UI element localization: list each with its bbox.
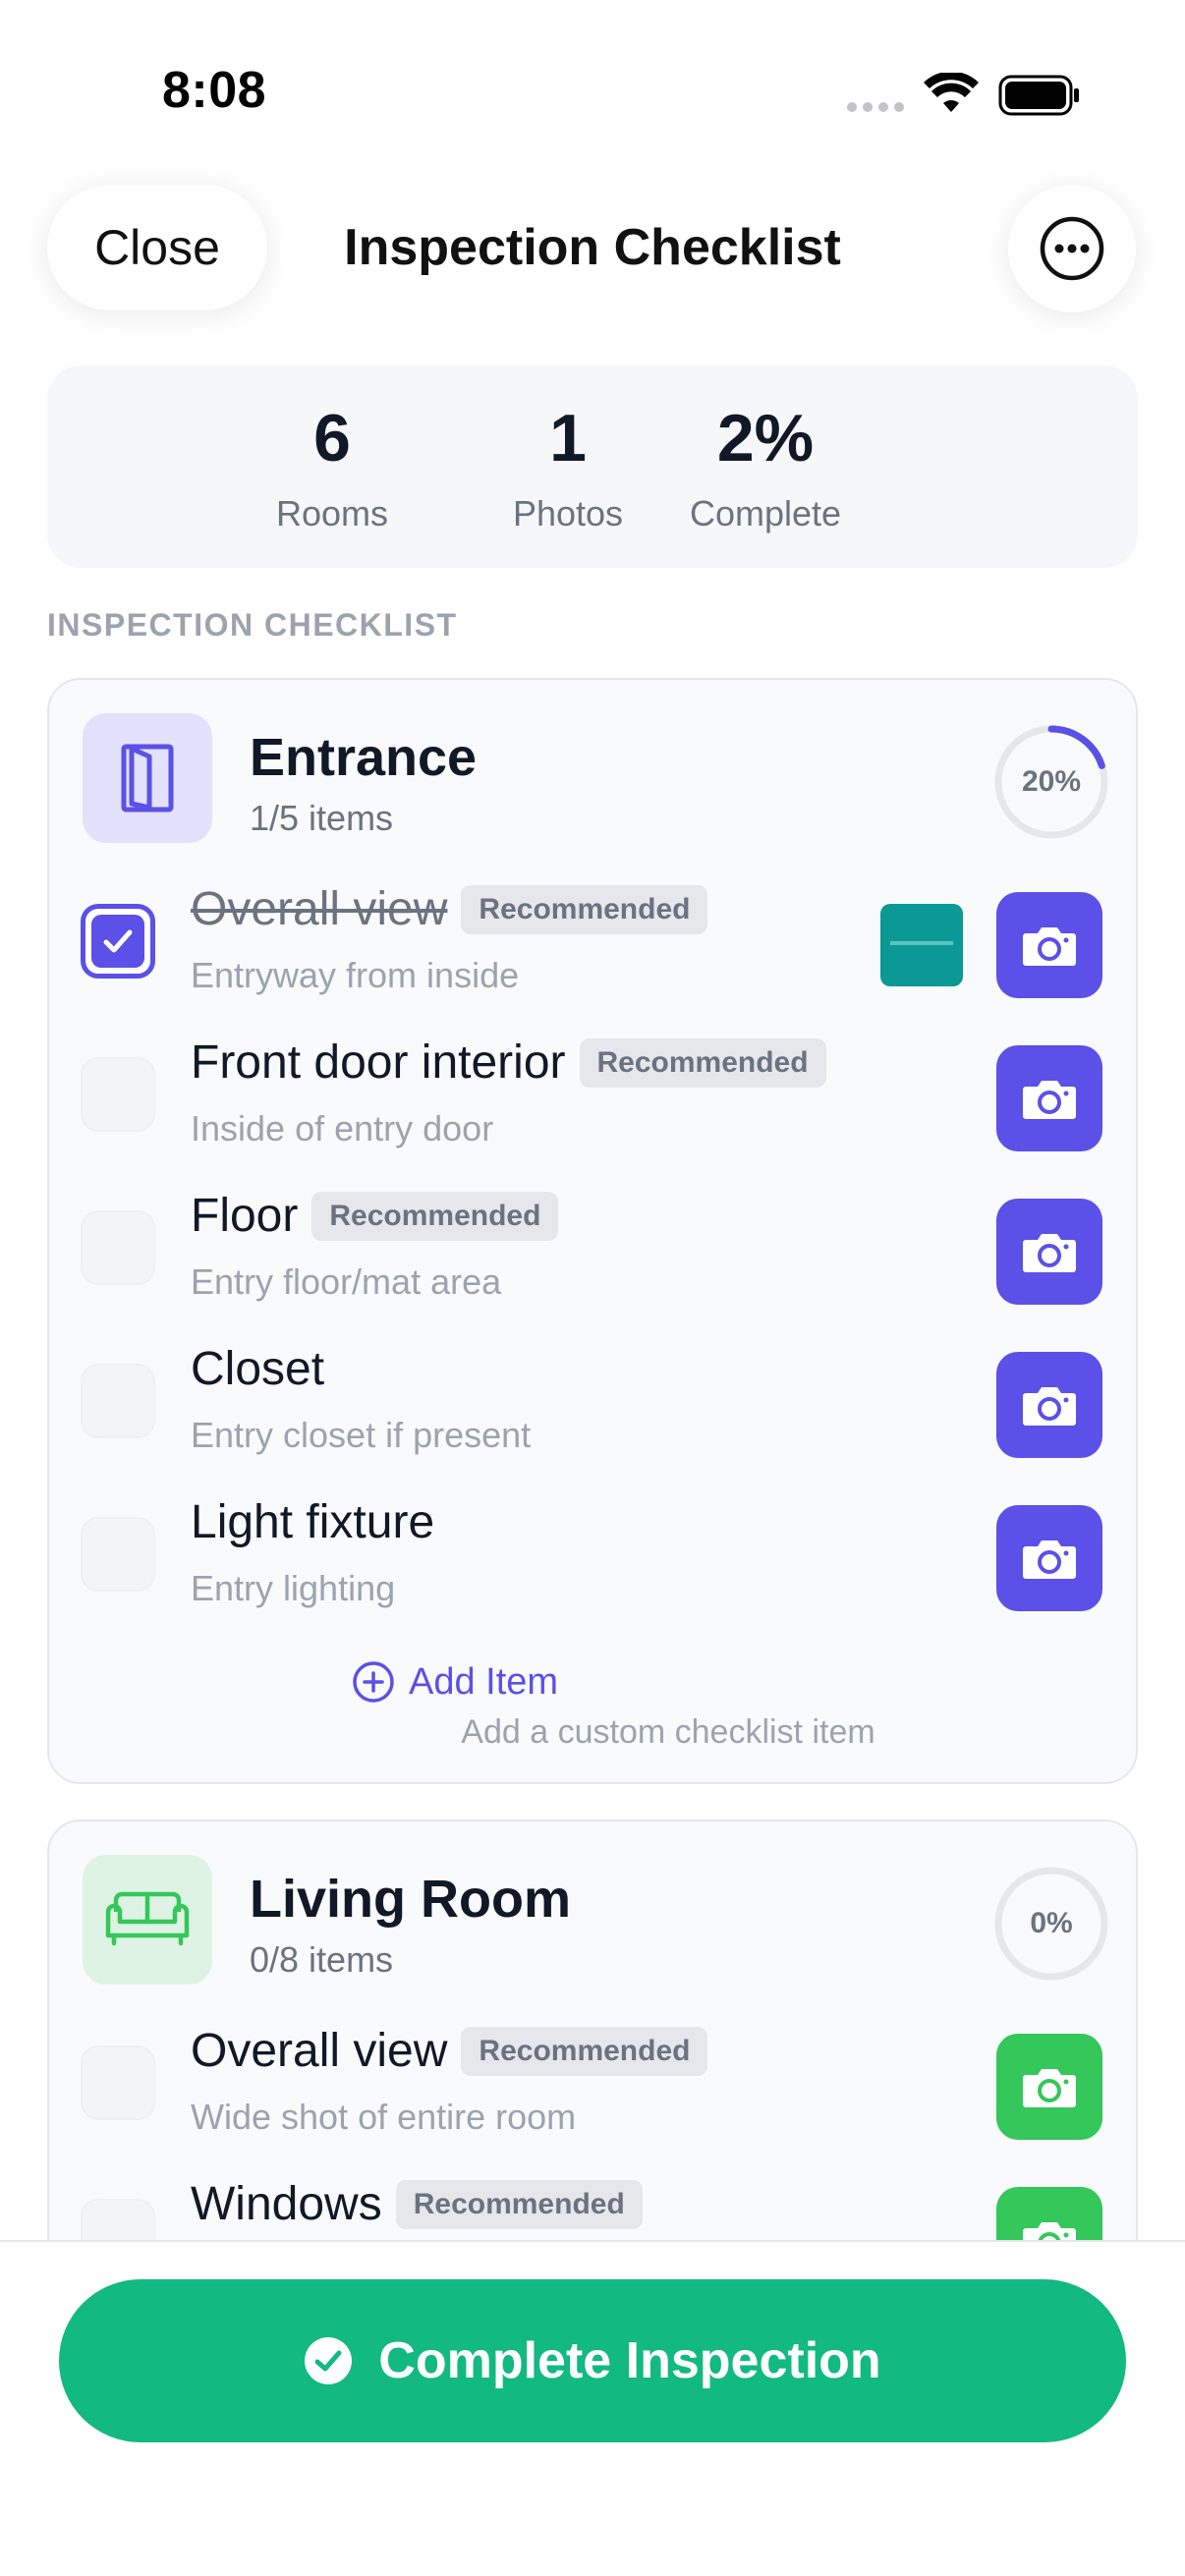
stat-photos: 1 Photos — [489, 405, 647, 534]
header: Close Inspection Checklist — [0, 177, 1185, 324]
recommended-badge: Recommended — [579, 1037, 826, 1088]
bottom-bar: Complete Inspection — [0, 2240, 1185, 2576]
item-checkbox[interactable] — [81, 1210, 155, 1285]
checklist-item[interactable]: Overall view Recommended Wide shot of en… — [49, 2006, 1140, 2159]
room-progress-text: 0% — [1030, 1907, 1073, 1939]
item-checkbox[interactable] — [81, 904, 155, 979]
item-checkbox[interactable] — [81, 1057, 155, 1132]
stat-complete: 2% Complete — [657, 405, 874, 534]
room-item-count: 1/5 items — [250, 798, 394, 838]
room-icon-tile — [83, 713, 212, 843]
room-progress-ring: 20% — [992, 723, 1110, 841]
door-icon — [121, 744, 174, 812]
item-subtitle: Entry floor/mat area — [191, 1261, 502, 1302]
room-icon-tile — [83, 1855, 212, 1985]
camera-icon — [1023, 2069, 1076, 2107]
camera-icon — [1023, 1234, 1076, 1272]
battery-icon — [998, 75, 1079, 116]
item-checkbox[interactable] — [81, 2045, 155, 2120]
recommended-badge: Recommended — [395, 2179, 643, 2229]
stat-value: 2% — [716, 401, 815, 476]
add-item-label: Add Item — [409, 1660, 559, 1703]
stat-value: 6 — [313, 401, 351, 476]
complete-inspection-button[interactable]: Complete Inspection — [59, 2279, 1126, 2442]
item-title: Front door interior — [191, 1036, 566, 1089]
recommended-badge: Recommended — [461, 884, 708, 934]
room-name: Living Room — [250, 1870, 571, 1929]
camera-button[interactable] — [996, 1045, 1102, 1151]
stat-label: Complete — [689, 493, 842, 533]
stat-label: Photos — [512, 493, 624, 533]
stats-card: 6 Rooms 1 Photos 2% Complete — [47, 365, 1138, 568]
sofa-icon — [105, 1891, 190, 1946]
camera-button[interactable] — [996, 1352, 1102, 1458]
status-bar: 8:08 — [0, 0, 1185, 147]
checkmark-icon — [103, 929, 133, 953]
wifi-icon — [924, 73, 979, 112]
item-title: Overall view — [191, 883, 448, 935]
item-title: Floor — [191, 1190, 299, 1242]
item-subtitle: Wide shot of entire room — [191, 2097, 577, 2137]
room-card-entrance: Entrance 1/5 items 20% Overall view Reco… — [47, 678, 1138, 1784]
checklist-item[interactable]: Front door interior Recommended Inside o… — [49, 1018, 1140, 1171]
status-time: 8:08 — [162, 62, 267, 119]
camera-button[interactable] — [996, 2034, 1102, 2140]
checklist-item[interactable]: Overall view Recommended Entryway from i… — [49, 865, 1140, 1018]
checklist-item[interactable]: Light fixture Entry lighting — [49, 1478, 1140, 1631]
item-subtitle: Entry closet if present — [191, 1415, 532, 1455]
check-circle-icon — [305, 2337, 353, 2384]
stat-value: 1 — [549, 401, 587, 476]
room-name: Entrance — [250, 728, 478, 787]
room-progress-ring: 0% — [992, 1865, 1110, 1983]
checklist-item[interactable]: Closet Entry closet if present — [49, 1324, 1140, 1478]
camera-button[interactable] — [996, 892, 1102, 998]
stat-rooms: 6 Rooms — [254, 405, 411, 534]
checklist-item[interactable]: Floor Recommended Entry floor/mat area — [49, 1171, 1140, 1324]
more-icon — [1040, 216, 1104, 281]
stat-label: Rooms — [275, 493, 389, 533]
recommended-badge: Recommended — [311, 1191, 559, 1241]
plus-circle-icon — [353, 1661, 394, 1703]
photo-thumbnail[interactable] — [880, 904, 963, 986]
camera-icon — [1023, 1387, 1076, 1426]
room-progress-text: 20% — [1021, 765, 1082, 798]
camera-icon — [1023, 1081, 1076, 1119]
item-subtitle: Inside of entry door — [191, 1108, 494, 1148]
item-checkbox[interactable] — [81, 1517, 155, 1592]
section-label: INSPECTION CHECKLIST — [47, 607, 458, 643]
more-options-button[interactable] — [1008, 185, 1136, 312]
signal-dots-icon — [847, 102, 904, 112]
room-item-count: 0/8 items — [250, 1939, 394, 1980]
camera-button[interactable] — [996, 1505, 1102, 1611]
recommended-badge: Recommended — [461, 2026, 708, 2076]
camera-button[interactable] — [996, 1199, 1102, 1305]
camera-icon — [1023, 1540, 1076, 1579]
item-title: Overall view — [191, 2025, 448, 2077]
add-item-button[interactable]: Add Item — [352, 1660, 558, 1704]
complete-inspection-label: Complete Inspection — [378, 2332, 881, 2389]
item-title: Windows — [191, 2178, 382, 2230]
camera-icon — [1023, 927, 1076, 966]
item-title: Closet — [191, 1343, 325, 1395]
item-checkbox[interactable] — [81, 1364, 155, 1438]
item-subtitle: Entry lighting — [191, 1568, 396, 1608]
item-title: Light fixture — [191, 1496, 435, 1548]
item-subtitle: Entryway from inside — [191, 955, 520, 995]
add-item-subtitle: Add a custom checklist item — [461, 1713, 875, 1751]
